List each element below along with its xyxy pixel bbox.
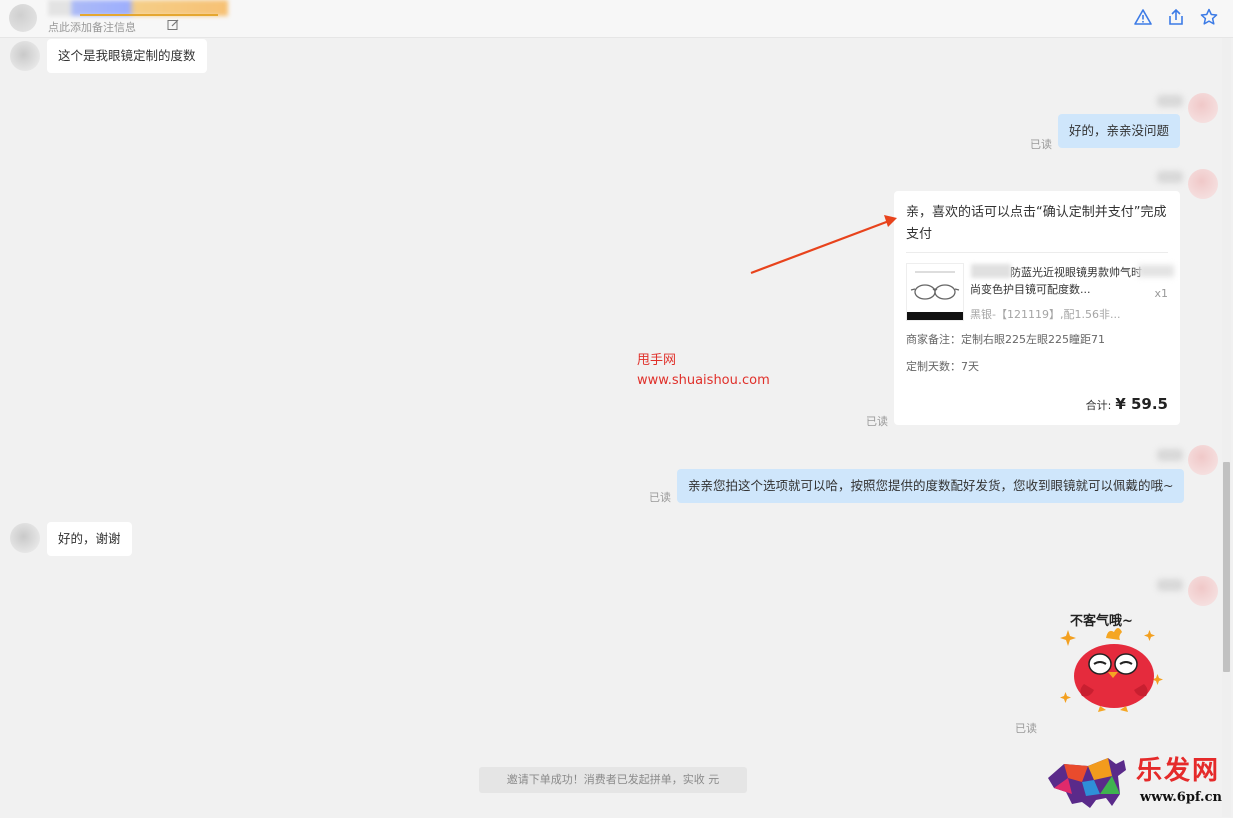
annotation-arrow	[750, 215, 897, 275]
watermark: 甩手网 www.shuaishou.com	[637, 351, 770, 391]
watermark-line1: 甩手网	[637, 353, 677, 368]
glasses-icon	[910, 271, 960, 300]
seller-message: 亲亲您拍这个选项就可以哈，按照您提供的度数配好发货，您收到眼镜就可以佩戴的哦~	[677, 469, 1185, 503]
read-status: 已读	[1030, 138, 1052, 151]
customer-message: 这个是我眼镜定制的度数	[47, 39, 207, 73]
merchant-remark: 商家备注：定制右眼225左眼225瞳距71	[906, 333, 1105, 346]
order-total: 合计: ¥ 59.5	[1086, 395, 1168, 413]
remark-placeholder[interactable]: 点此添加备注信息	[48, 19, 136, 35]
star-icon[interactable]	[1199, 7, 1219, 27]
product-image-label	[907, 312, 963, 320]
logo-text-cn: 乐发网	[1136, 756, 1221, 786]
sticker-message[interactable]: 不客气哦~	[1056, 608, 1174, 714]
logo-text-url: www.6pf.cn	[1140, 790, 1222, 805]
header-actions	[1133, 7, 1219, 27]
seller-nick-blurred	[1157, 171, 1183, 183]
customer-message: 好的，谢谢	[47, 522, 132, 556]
divider	[906, 252, 1168, 253]
custom-order-card[interactable]: 亲，喜欢的话可以点击“确认定制并支付”完成支付 防蓝光近视眼镜男款帅气时尚变色护…	[894, 191, 1180, 425]
total-price: ¥ 59.5	[1115, 395, 1168, 413]
seller-avatar[interactable]	[1188, 445, 1218, 475]
seller-nick-blurred	[1157, 95, 1183, 107]
seller-nick-blurred	[1157, 579, 1183, 591]
scrollbar-track[interactable]	[1222, 38, 1231, 817]
seller-nick-blurred	[1157, 449, 1183, 461]
custom-days: 定制天数：7天	[906, 360, 979, 373]
product-tag-blurred	[1138, 265, 1174, 277]
read-status: 已读	[649, 491, 671, 504]
total-label: 合计:	[1085, 399, 1112, 412]
seller-avatar[interactable]	[1188, 93, 1218, 123]
customer-avatar[interactable]	[10, 523, 40, 553]
product-shop-blurred	[971, 264, 1011, 278]
seller-message: 好的，亲亲没问题	[1058, 114, 1181, 148]
customer-name-underline	[80, 14, 218, 16]
read-status: 已读	[866, 415, 888, 428]
customer-avatar[interactable]	[10, 41, 40, 71]
product-quantity: x1	[1154, 287, 1168, 300]
product-image[interactable]	[906, 263, 964, 321]
product-sku: 黑银-【121119】,配1.56非...	[970, 308, 1121, 321]
read-status: 已读	[1015, 722, 1037, 735]
alert-icon[interactable]	[1133, 7, 1153, 27]
scrollbar-thumb[interactable]	[1223, 462, 1230, 672]
customer-avatar[interactable]	[9, 4, 37, 32]
sticker-text: 不客气哦~	[1070, 614, 1133, 629]
card-message: 亲，喜欢的话可以点击“确认定制并支付”完成支付	[906, 205, 1167, 242]
site-logo: 乐发网 www.6pf.cn	[1042, 748, 1232, 814]
seller-avatar[interactable]	[1188, 169, 1218, 199]
system-notice: 邀请下单成功！消费者已发起拼单，实收 元	[479, 767, 747, 793]
watermark-line2: www.shuaishou.com	[637, 373, 770, 388]
edit-icon[interactable]	[167, 19, 179, 31]
share-icon[interactable]	[1166, 7, 1186, 27]
chat-header: 点此添加备注信息	[0, 0, 1233, 38]
seller-avatar[interactable]	[1188, 576, 1218, 606]
